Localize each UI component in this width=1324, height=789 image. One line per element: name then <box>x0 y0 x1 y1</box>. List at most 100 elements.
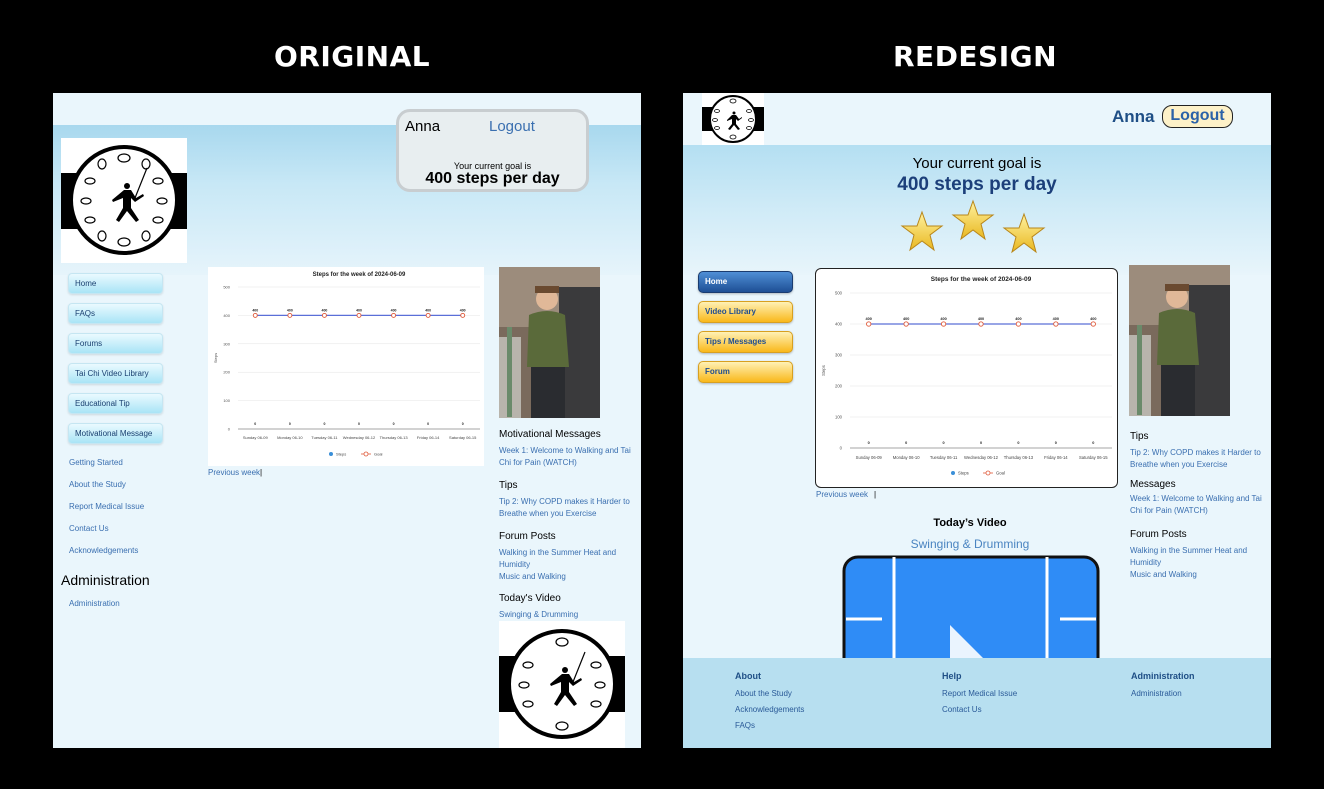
goal-data-label: 400 <box>1015 317 1021 321</box>
nav-forums-button[interactable]: Forums <box>68 333 163 354</box>
redesign-heading: REDESIGN <box>893 40 1058 73</box>
footer-report-medical-link[interactable]: Report Medical Issue <box>942 689 1017 698</box>
study-logo <box>61 138 187 263</box>
achievement-stars <box>893 198 1053 268</box>
goal-point <box>425 312 431 318</box>
original-screenshot: Anna Logout Your current goal is 400 ste… <box>53 93 641 748</box>
y-axis-label: Steps <box>213 353 218 363</box>
nav-acknowledgements-link[interactable]: Acknowledgements <box>69 546 138 555</box>
todays-video-link[interactable]: Swinging & Drumming <box>499 609 634 621</box>
video-player[interactable] <box>842 555 1100 689</box>
footer-contact-link[interactable]: Contact Us <box>942 705 982 714</box>
x-tick-label: Monday 06-10 <box>893 455 920 460</box>
steps-data-label: 0 <box>1092 441 1094 445</box>
nav-about-study-link[interactable]: About the Study <box>69 480 126 489</box>
x-tick-label: Sunday 06-09 <box>856 455 883 460</box>
steps-data-label: 0 <box>393 422 395 426</box>
nav-forum-button[interactable]: Forum <box>698 361 793 383</box>
y-tick-label: 400 <box>223 313 230 318</box>
footer-administration-link[interactable]: Administration <box>1131 689 1182 698</box>
study-logo[interactable] <box>702 93 764 145</box>
goal-point <box>252 312 258 318</box>
chart-title: Steps for the week of 2024-06-09 <box>931 276 1032 283</box>
x-tick-label: Saturday 06-15 <box>449 435 477 440</box>
goal-value: 400 steps per day <box>897 174 1057 195</box>
participant-photo <box>499 267 600 418</box>
nav-video-library-button[interactable]: Tai Chi Video Library <box>68 363 163 384</box>
tip-link[interactable]: Tip 2: Why COPD makes it Harder to Breat… <box>499 496 634 520</box>
footer-acknowledgements-link[interactable]: Acknowledgements <box>735 705 804 714</box>
previous-week-link[interactable]: Previous week <box>208 468 260 477</box>
tips-heading: Tips <box>1130 431 1149 442</box>
forum-post-link[interactable]: Walking in the Summer Heat and Humidity <box>499 547 634 571</box>
goal-data-label: 400 <box>1090 317 1096 321</box>
steps-data-label: 0 <box>868 441 870 445</box>
x-tick-label: Saturday 06-15 <box>1079 455 1108 460</box>
steps-data-label: 0 <box>462 422 464 426</box>
x-tick-label: Thursday 06-13 <box>380 435 409 440</box>
y-tick-label: 500 <box>223 285 230 290</box>
forum-post-link[interactable]: Music and Walking <box>1130 569 1265 581</box>
nav-getting-started-link[interactable]: Getting Started <box>69 458 123 467</box>
goal-point <box>1053 321 1059 327</box>
previous-week-link[interactable]: Previous week <box>816 490 868 499</box>
nav-report-medical-link[interactable]: Report Medical Issue <box>69 502 144 511</box>
forum-post-link[interactable]: Music and Walking <box>499 571 634 583</box>
username: Anna <box>1112 107 1155 126</box>
goal-point <box>866 321 872 327</box>
message-link[interactable]: Week 1: Welcome to Walking and Tai Chi f… <box>1130 493 1265 517</box>
video-thumbnail-logo[interactable] <box>499 621 625 748</box>
nav-faqs-button[interactable]: FAQs <box>68 303 163 324</box>
legend-steps-label: Steps <box>958 471 969 476</box>
forum-posts-heading: Forum Posts <box>1130 529 1187 540</box>
goal-point <box>356 312 362 318</box>
goal-data-label: 400 <box>978 317 984 321</box>
x-tick-label: Friday 06-14 <box>1044 455 1068 460</box>
star-icon <box>900 210 944 252</box>
goal-point <box>391 312 397 318</box>
administration-link[interactable]: Administration <box>69 599 120 608</box>
nav-home-button[interactable]: Home <box>698 271 793 293</box>
y-tick-label: 200 <box>223 370 230 375</box>
x-tick-label: Sunday 06-09 <box>243 435 269 440</box>
nav-contact-link[interactable]: Contact Us <box>69 524 109 533</box>
logout-link[interactable]: Logout <box>489 118 535 135</box>
y-tick-label: 0 <box>228 427 231 432</box>
goal-point <box>1090 321 1096 327</box>
nav-motivational-message-button[interactable]: Motivational Message <box>68 423 163 444</box>
x-tick-label: Friday 06-14 <box>417 435 440 440</box>
tip-link[interactable]: Tip 2: Why COPD makes it Harder to Breat… <box>1130 447 1265 471</box>
nav-educational-tip-button[interactable]: Educational Tip <box>68 393 163 414</box>
y-tick-label: 100 <box>835 415 843 420</box>
steps-data-label: 0 <box>980 441 982 445</box>
forum-post-link[interactable]: Walking in the Summer Heat and Humidity <box>1130 545 1265 569</box>
legend-steps-marker <box>951 471 955 475</box>
steps-data-label: 0 <box>1055 441 1057 445</box>
tips-heading: Tips <box>499 480 518 491</box>
y-tick-label: 0 <box>840 446 843 451</box>
todays-video-heading: Today's Video <box>499 593 561 604</box>
star-icon <box>951 199 995 241</box>
footer-about-study-link[interactable]: About the Study <box>735 689 792 698</box>
legend-goal-label: Goal <box>374 452 383 457</box>
nav-home-button[interactable]: Home <box>68 273 163 294</box>
nav-tips-messages-button[interactable]: Tips / Messages <box>698 331 793 353</box>
star-icon <box>1002 212 1046 254</box>
redesign-screenshot: Anna Logout Your current goal is 400 ste… <box>683 93 1271 748</box>
motivational-message-link[interactable]: Week 1: Welcome to Walking and Tai Chi f… <box>499 445 634 469</box>
nav-video-library-button[interactable]: Video Library <box>698 301 793 323</box>
y-tick-label: 300 <box>835 353 843 358</box>
steps-data-label: 0 <box>358 422 360 426</box>
username: Anna <box>405 118 441 135</box>
footer-faqs-link[interactable]: FAQs <box>735 721 755 730</box>
legend-steps-marker <box>329 452 333 456</box>
legend-steps-label: Steps <box>336 452 346 457</box>
motivational-messages-heading: Motivational Messages <box>499 429 601 440</box>
goal-data-label: 400 <box>425 308 431 312</box>
link-separator: | <box>874 490 877 499</box>
logout-button[interactable]: Logout <box>1162 105 1233 128</box>
y-tick-label: 500 <box>835 291 843 296</box>
goal-data-label: 400 <box>460 308 466 312</box>
goal-point <box>1015 321 1022 327</box>
todays-video-title[interactable]: Swinging & Drumming <box>870 537 1070 551</box>
